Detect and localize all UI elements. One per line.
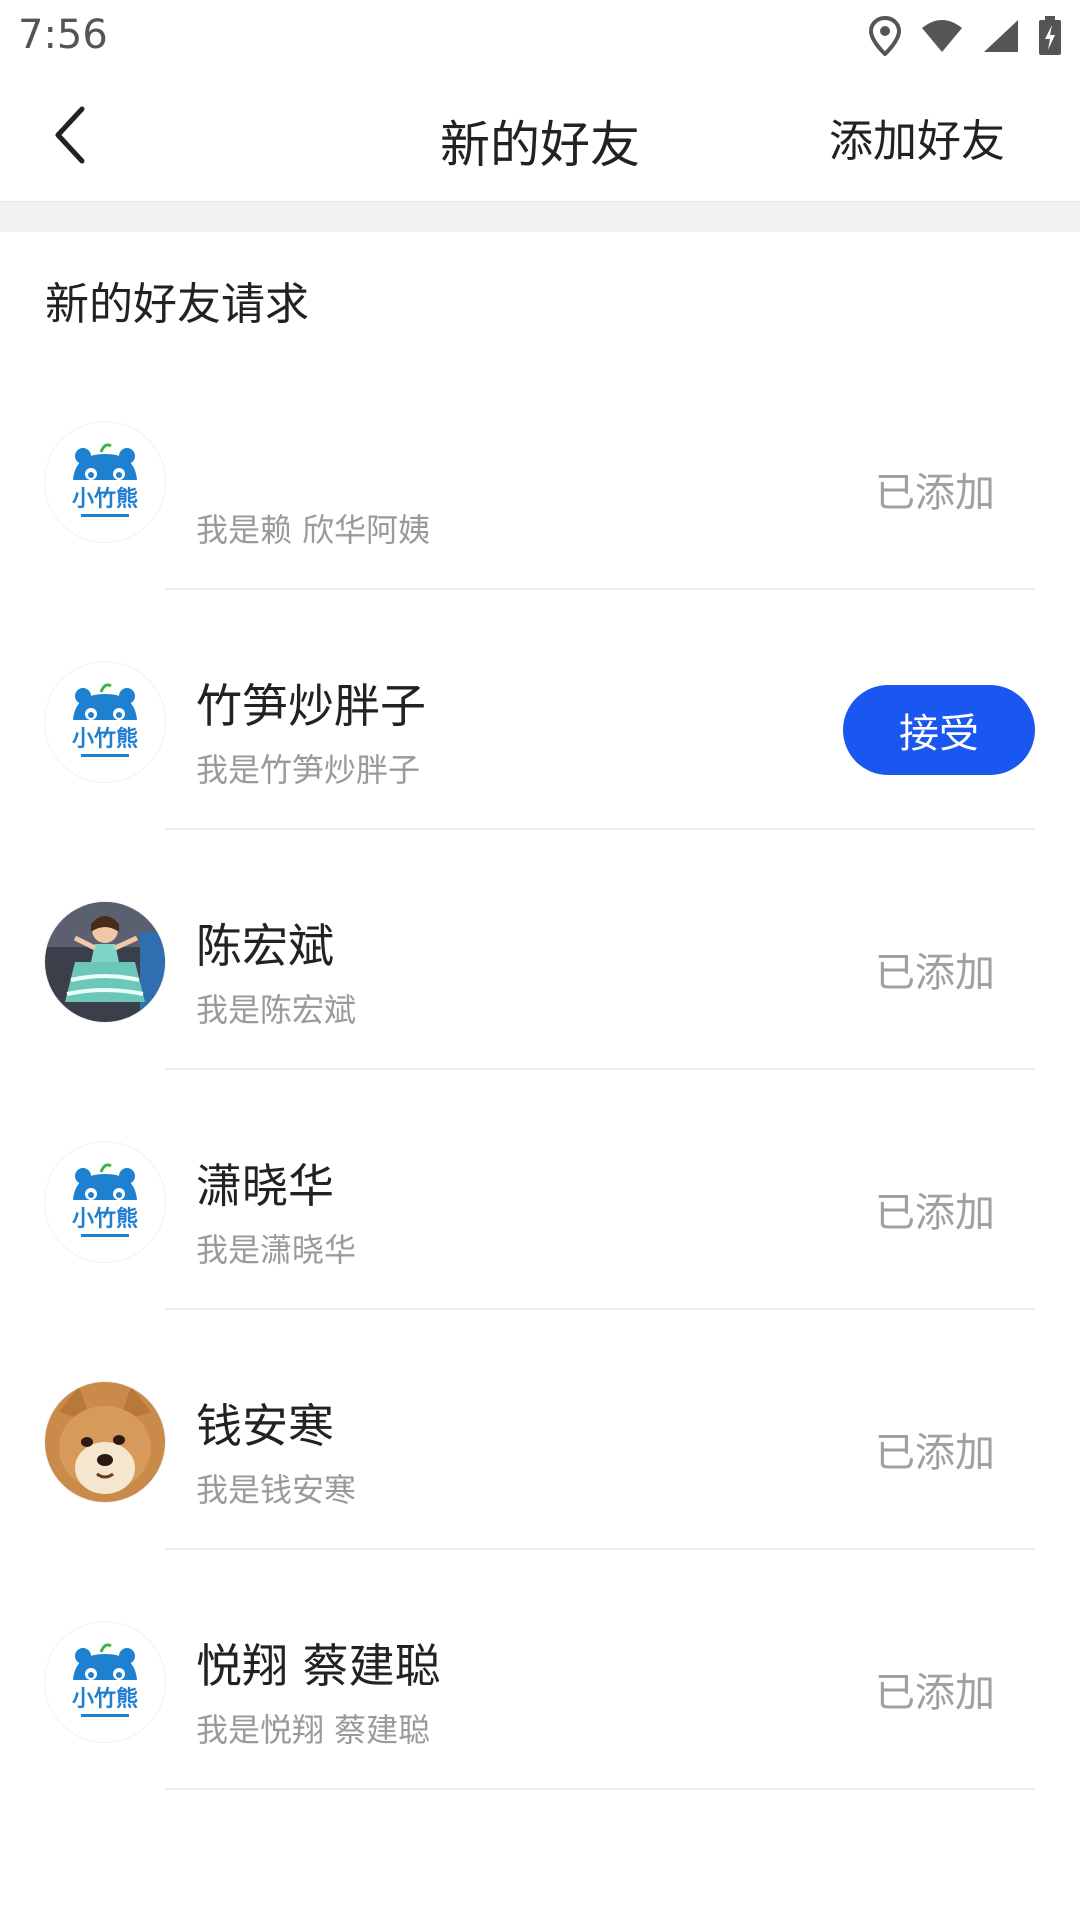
friend-request-row[interactable]: 小竹熊 悦翔 蔡建聪 我是悦翔 蔡建聪 已添加: [0, 1550, 1080, 1790]
request-message: 我是潇晓华: [196, 1231, 357, 1269]
request-message: 我是赖 欣华阿姨: [196, 511, 431, 549]
doll-photo: [45, 902, 165, 1022]
xiaozhuxiong-logo: 小竹熊: [45, 422, 165, 542]
section-title: 新的好友请求: [45, 279, 309, 330]
friend-name: 陈宏斌: [196, 919, 334, 973]
avatar[interactable]: 小竹熊: [45, 422, 165, 542]
friend-name: 潇晓华: [196, 1159, 334, 1213]
signal-icon: [982, 18, 1020, 54]
avatar[interactable]: [45, 1382, 165, 1502]
friend-request-row[interactable]: 小竹熊 我是赖 欣华阿姨 已添加: [0, 350, 1080, 590]
added-status: 已添加: [875, 1190, 995, 1236]
status-icons: [868, 14, 1062, 58]
added-status: 已添加: [875, 470, 995, 516]
logo-text: 小竹熊: [72, 486, 138, 512]
nav-bar: 新的好友 添加好友: [0, 75, 1080, 202]
logo-text: 小竹熊: [72, 1206, 138, 1232]
friend-name: 悦翔 蔡建聪: [196, 1639, 441, 1693]
section-divider: [0, 202, 1080, 232]
avatar[interactable]: 小竹熊: [45, 662, 165, 782]
friend-name: 竹笋炒胖子: [196, 679, 426, 733]
logo-text: 小竹熊: [72, 1686, 138, 1712]
friend-request-row[interactable]: 小竹熊 潇晓华 我是潇晓华 已添加: [0, 1070, 1080, 1310]
added-status: 已添加: [875, 1430, 995, 1476]
friend-request-row[interactable]: 钱安寒 我是钱安寒 已添加: [0, 1310, 1080, 1550]
request-message: 我是陈宏斌: [196, 991, 357, 1029]
friend-request-row[interactable]: 小竹熊 竹笋炒胖子 我是竹笋炒胖子 接受: [0, 590, 1080, 830]
add-friend-button[interactable]: 添加好友: [829, 105, 1005, 169]
accept-button[interactable]: 接受: [843, 685, 1035, 775]
xiaozhuxiong-logo: 小竹熊: [45, 1622, 165, 1742]
battery-charging-icon: [1038, 16, 1062, 56]
friend-request-row[interactable]: 陈宏斌 我是陈宏斌 已添加: [0, 830, 1080, 1070]
request-message: 我是悦翔 蔡建聪: [196, 1711, 431, 1749]
logo-text: 小竹熊: [72, 726, 138, 752]
avatar[interactable]: 小竹熊: [45, 1622, 165, 1742]
friend-name: 钱安寒: [196, 1399, 334, 1453]
shiba-dog-photo: [45, 1382, 165, 1502]
divider: [165, 1788, 1035, 1790]
friend-request-list: 小竹熊 我是赖 欣华阿姨 已添加 小竹熊 竹笋炒胖子 我是竹笋炒胖子 接受 陈宏…: [0, 350, 1080, 1790]
added-status: 已添加: [875, 1670, 995, 1716]
wifi-icon: [920, 18, 964, 54]
xiaozhuxiong-logo: 小竹熊: [45, 662, 165, 782]
status-bar: 7:56: [0, 0, 1080, 75]
avatar[interactable]: [45, 902, 165, 1022]
xiaozhuxiong-logo: 小竹熊: [45, 1142, 165, 1262]
request-message: 我是竹笋炒胖子: [196, 751, 421, 789]
status-time: 7:56: [18, 12, 108, 58]
added-status: 已添加: [875, 950, 995, 996]
location-icon: [868, 16, 902, 56]
avatar[interactable]: 小竹熊: [45, 1142, 165, 1262]
request-message: 我是钱安寒: [196, 1471, 357, 1509]
